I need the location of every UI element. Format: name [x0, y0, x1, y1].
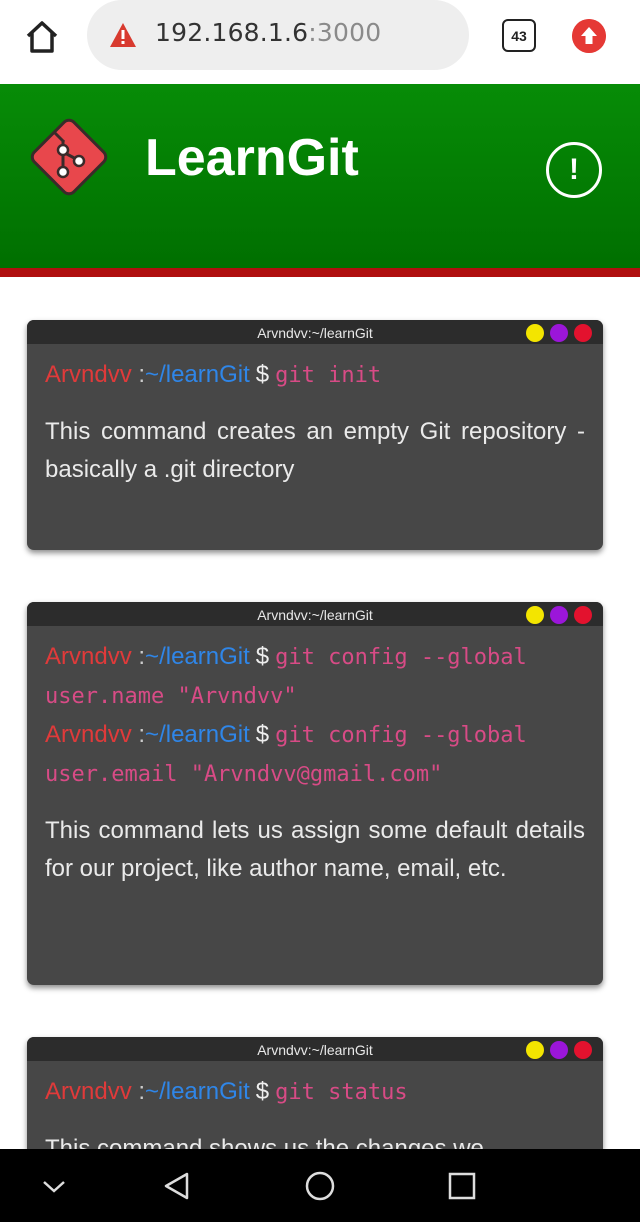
url-port: :3000: [308, 18, 382, 47]
prompt-path: ~/learnGit: [145, 1078, 250, 1105]
red-dot-icon: [574, 606, 592, 624]
terminal-title: Arvndvv:~/learnGit: [257, 607, 373, 623]
info-icon[interactable]: !: [546, 142, 602, 198]
terminal-title: Arvndvv:~/learnGit: [257, 325, 373, 341]
command-line: Arvndvv :~/learnGit $ git init: [45, 356, 585, 395]
prompt-dollar: $: [255, 361, 270, 388]
prompt-path: ~/learnGit: [145, 361, 250, 388]
terminal-body: Arvndvv :~/learnGit $ git status: [27, 1061, 603, 1112]
red-dot-icon: [574, 1041, 592, 1059]
window-controls: [526, 606, 592, 624]
prompt-user: Arvndvv: [45, 721, 132, 748]
terminal-titlebar: Arvndvv:~/learnGit: [27, 1037, 603, 1061]
prompt-user: Arvndvv: [45, 1078, 132, 1105]
terminal-card: Arvndvv:~/learnGit Arvndvv :~/learnGit $ g…: [27, 320, 603, 550]
terminal-body: Arvndvv :~/learnGit $ git config --global …: [27, 626, 603, 794]
prompt-path: ~/learnGit: [145, 721, 250, 748]
home-icon[interactable]: [22, 17, 62, 57]
command-line: Arvndvv :~/learnGit $ git status: [45, 1073, 585, 1112]
prompt-dollar: $: [255, 643, 270, 670]
back-icon[interactable]: [160, 1169, 194, 1203]
window-controls: [526, 1041, 592, 1059]
chevron-down-icon[interactable]: [37, 1169, 71, 1203]
recents-icon[interactable]: [445, 1169, 479, 1203]
app-header: LearnGit !: [0, 84, 640, 268]
info-label: !: [569, 153, 579, 186]
purple-dot-icon: [550, 324, 568, 342]
purple-dot-icon: [550, 1041, 568, 1059]
browser-toolbar: 192.168.1.6:3000 43: [0, 0, 640, 84]
url-host: 192.168.1.6: [155, 18, 309, 47]
command-description: This command creates an empty Git reposi…: [45, 418, 585, 483]
prompt-path: ~/learnGit: [145, 643, 250, 670]
red-dot-icon: [574, 324, 592, 342]
yellow-dot-icon: [526, 1041, 544, 1059]
prompt-user: Arvndvv: [45, 361, 132, 388]
command-description: This command lets us assign some default…: [45, 817, 585, 882]
yellow-dot-icon: [526, 606, 544, 624]
command-line: Arvndvv :~/learnGit $ git config --global …: [45, 638, 585, 716]
purple-dot-icon: [550, 606, 568, 624]
command-text: git status: [275, 1080, 408, 1105]
system-nav-bar: [0, 1149, 640, 1222]
command-line: Arvndvv :~/learnGit $ git config --global …: [45, 716, 585, 794]
git-logo-icon: [30, 118, 108, 196]
yellow-dot-icon: [526, 324, 544, 342]
command-text: git init: [275, 363, 382, 388]
prompt-user: Arvndvv: [45, 643, 132, 670]
tabs-icon[interactable]: 43: [502, 19, 536, 52]
prompt-dollar: $: [255, 1078, 270, 1105]
warning-icon[interactable]: [109, 22, 137, 48]
update-icon[interactable]: [572, 19, 606, 53]
home-circle-icon[interactable]: [303, 1169, 337, 1203]
address-bar[interactable]: 192.168.1.6:3000: [87, 0, 469, 70]
terminal-title: Arvndvv:~/learnGit: [257, 1042, 373, 1058]
tab-count: 43: [511, 27, 527, 44]
terminal-titlebar: Arvndvv:~/learnGit: [27, 320, 603, 344]
terminal-card: Arvndvv:~/learnGit Arvndvv :~/learnGit $ g…: [27, 602, 603, 985]
window-controls: [526, 324, 592, 342]
header-stripe: [0, 268, 640, 277]
terminal-titlebar: Arvndvv:~/learnGit: [27, 602, 603, 626]
prompt-dollar: $: [255, 721, 270, 748]
app-title: LearnGit: [145, 129, 359, 187]
url-text: 192.168.1.6:3000: [155, 18, 381, 47]
terminal-body: Arvndvv :~/learnGit $ git init: [27, 344, 603, 395]
